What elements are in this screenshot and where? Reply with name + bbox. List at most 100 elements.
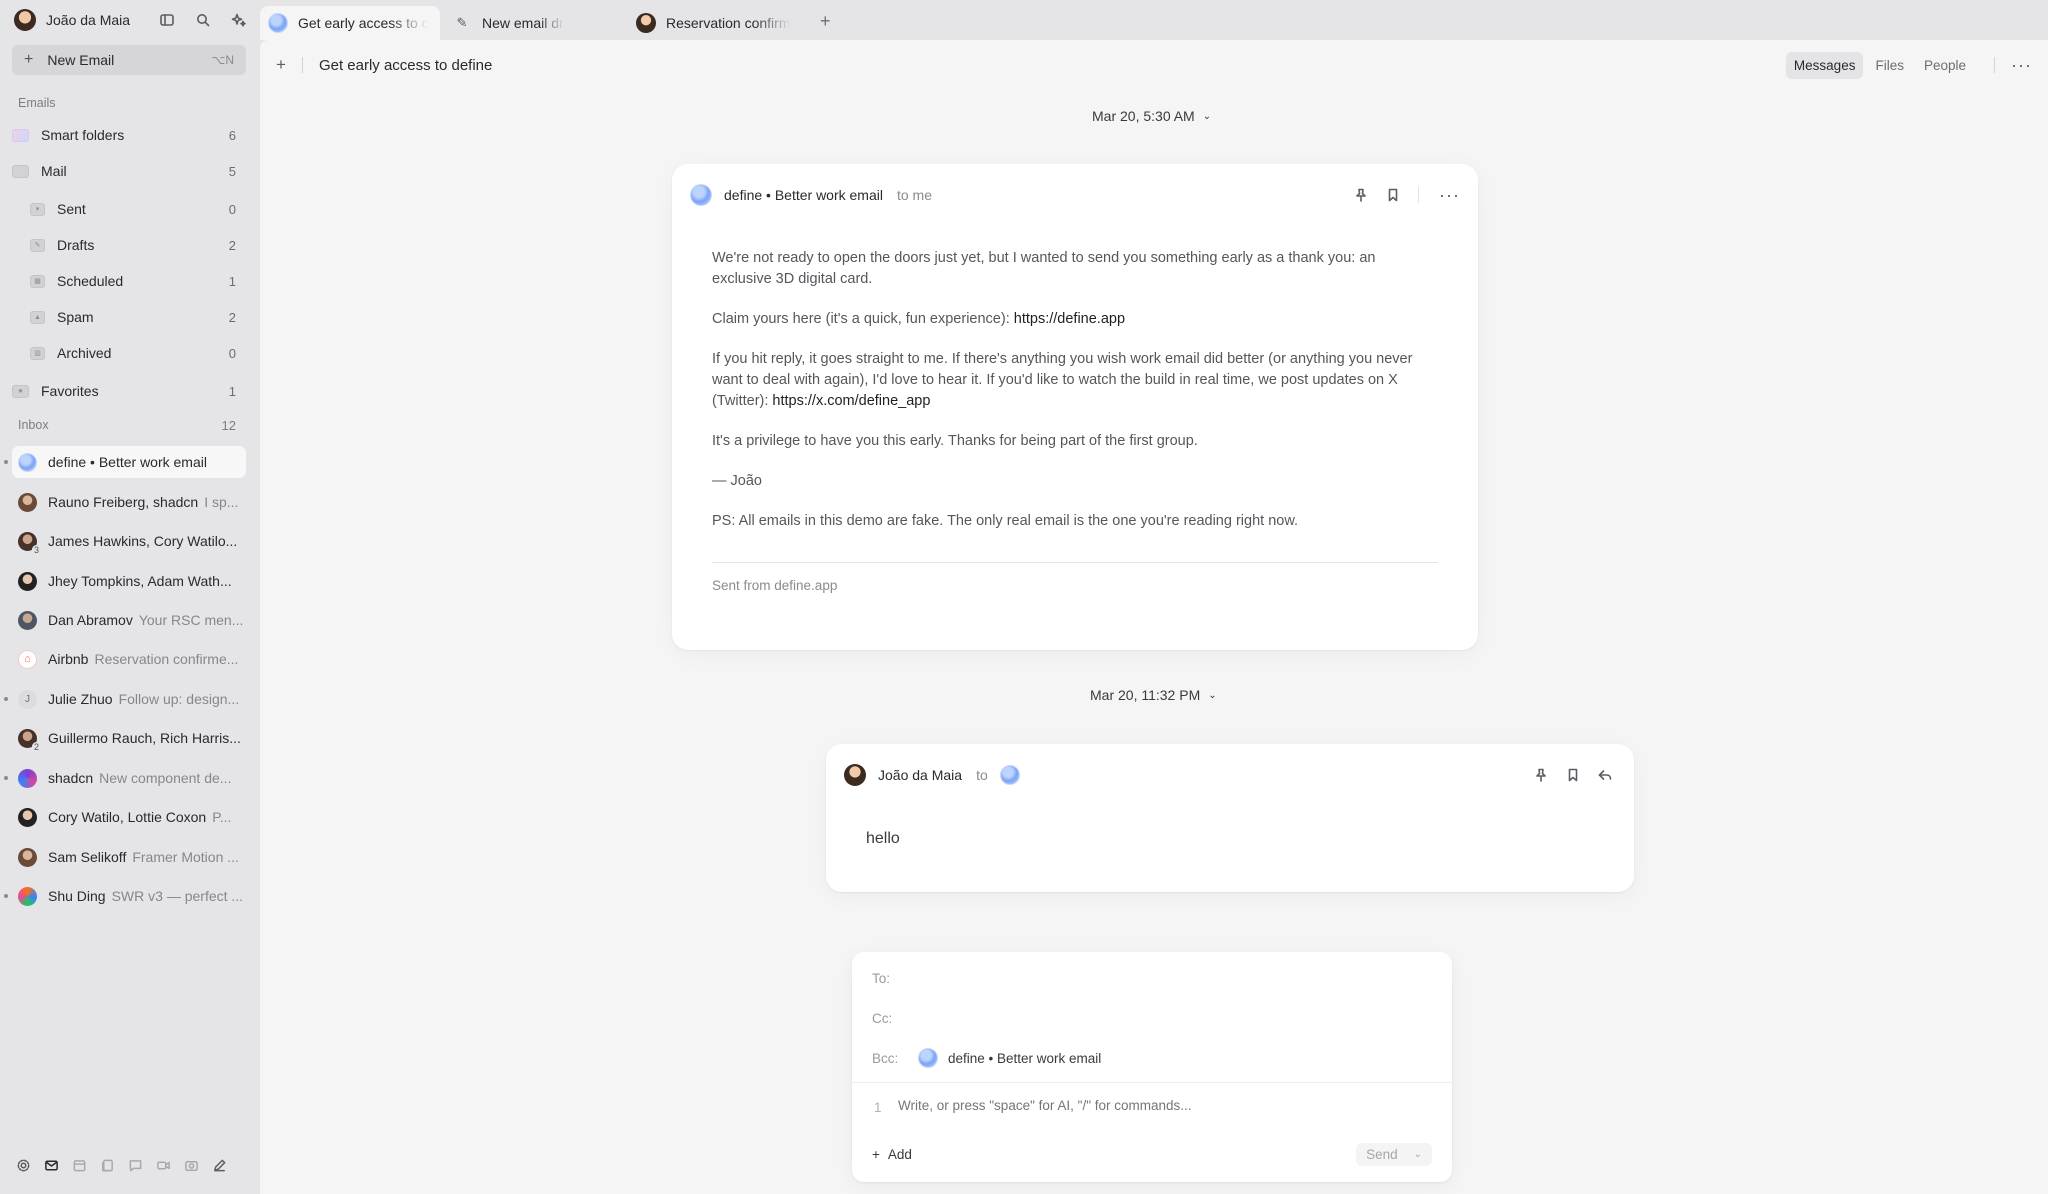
folder-smart-folders[interactable]: Smart folders 6	[12, 120, 246, 150]
folder-archived[interactable]: ▥ Archived 0	[30, 338, 246, 368]
message-date-toggle[interactable]: Mar 20, 11:32 PM ⌄	[1090, 687, 1217, 703]
pin-icon[interactable]	[1350, 184, 1372, 206]
folder-mail[interactable]: Mail 5	[12, 156, 246, 186]
add-attachment-button[interactable]: + Add	[872, 1147, 912, 1162]
thread-item[interactable]: ⌂ Airbnb Reservation confirme...	[12, 643, 246, 675]
account-row: João da Maia	[14, 8, 252, 32]
add-label: Add	[887, 1146, 912, 1162]
smart-folders-icon	[12, 128, 29, 142]
avatar: 3	[18, 531, 41, 555]
tab-files[interactable]: Files	[1867, 52, 1912, 79]
inbox-section-label[interactable]: Inbox	[18, 418, 49, 432]
thread-item[interactable]: Sam Selikoff Framer Motion ...	[12, 841, 246, 873]
bcc-recipient-name: define • Better work email	[948, 1050, 1102, 1066]
define-link[interactable]: https://define.app	[1014, 311, 1125, 327]
message-header: João da Maia to	[844, 762, 1616, 788]
line-number: 1	[874, 1100, 882, 1115]
thread-snippet: Framer Motion ...	[132, 849, 239, 865]
message-card: define • Better work email to me ··· We'…	[672, 164, 1478, 650]
user-name[interactable]: João da Maia	[46, 12, 130, 28]
thread-item[interactable]: Shu Ding SWR v3 — perfect ...	[12, 880, 246, 912]
bookmark-icon[interactable]	[1562, 764, 1584, 786]
thread-from: Julie Zhuo	[48, 691, 113, 707]
inbox-count: 12	[221, 418, 236, 433]
compose-icon[interactable]	[208, 1154, 230, 1176]
thread-item[interactable]: Cory Watilo, Lottie Coxon P...	[12, 801, 246, 833]
thread-item[interactable]: 3 James Hawkins, Cory Watilo...	[12, 525, 246, 557]
send-button[interactable]: Send ⌄	[1356, 1142, 1432, 1166]
thread-item[interactable]: define • Better work email	[12, 446, 246, 478]
bottom-toolbar	[12, 1154, 230, 1176]
bcc-recipient-chip[interactable]: define • Better work email	[918, 1048, 1101, 1068]
recipient-avatar[interactable]	[999, 765, 1020, 785]
chevron-down-icon[interactable]: ⌄	[1414, 1149, 1422, 1160]
settings-icon[interactable]	[12, 1154, 34, 1176]
cc-field[interactable]: Cc:	[872, 1006, 1432, 1030]
thread-header: + Get early access to define Messages Fi…	[260, 50, 2048, 80]
folder-sent[interactable]: ▾ Sent 0	[30, 194, 246, 224]
more-options-icon[interactable]: ···	[2011, 55, 2032, 76]
tab-get-early-access[interactable]: Get early access to d	[260, 6, 440, 40]
message-editor[interactable]	[898, 1098, 1398, 1113]
participant-count-badge: 3	[31, 544, 41, 555]
thread-title: Get early access to define	[318, 56, 493, 74]
folder-favorites[interactable]: ★ Favorites 1	[12, 376, 246, 406]
video-icon[interactable]	[152, 1154, 174, 1176]
twitter-link[interactable]: https://x.com/define_app	[772, 393, 930, 409]
sender-name[interactable]: define • Better work email	[724, 187, 883, 203]
main-panel: + Get early access to define Messages Fi…	[260, 40, 2048, 1194]
recipient-label[interactable]: to me	[897, 187, 932, 203]
new-email-button[interactable]: + New Email ⌥N	[12, 45, 246, 75]
sender-name[interactable]: João da Maia	[878, 767, 962, 783]
bcc-field[interactable]: Bcc: define • Better work email	[872, 1046, 1432, 1070]
archive-icon: ▥	[30, 346, 45, 360]
folder-scheduled[interactable]: ▦ Scheduled 1	[30, 266, 246, 296]
avatar	[18, 571, 37, 591]
bookmark-icon[interactable]	[1382, 184, 1404, 206]
avatar	[18, 452, 37, 472]
scheduled-icon: ▦	[30, 274, 45, 288]
thread-item[interactable]: 2 Guillermo Rauch, Rich Harris...	[12, 722, 246, 754]
thread-snippet: P...	[212, 809, 232, 825]
folder-count: 0	[228, 345, 236, 361]
sender-avatar[interactable]	[844, 764, 866, 786]
sender-avatar[interactable]	[690, 184, 712, 206]
plus-icon: +	[24, 51, 34, 68]
reply-icon[interactable]	[1594, 764, 1616, 786]
calendar-icon[interactable]	[68, 1154, 90, 1176]
message-date-toggle[interactable]: Mar 20, 5:30 AM ⌄	[1092, 108, 1211, 124]
to-label: To:	[872, 970, 891, 986]
thread-item[interactable]: Jhey Tompkins, Adam Wath...	[12, 565, 246, 597]
tab-new-email-draft[interactable]: ✎ New email dr	[444, 6, 624, 40]
camera-icon[interactable]	[180, 1154, 202, 1176]
thread-item[interactable]: Rauno Freiberg, shadcn I sp...	[12, 486, 246, 518]
paragraph-text: Claim yours here (it's a quick, fun expe…	[712, 311, 1014, 327]
more-options-icon[interactable]: ···	[1439, 185, 1460, 206]
tab-messages[interactable]: Messages	[1785, 51, 1864, 79]
sparkle-icon[interactable]	[228, 9, 250, 31]
folder-label: Scheduled	[57, 273, 124, 289]
folder-spam[interactable]: ▲ Spam 2	[30, 302, 246, 332]
avatar	[18, 886, 37, 906]
thread-from: Guillermo Rauch, Rich Harris...	[48, 730, 241, 746]
folder-drafts[interactable]: ✎ Drafts 2	[30, 230, 246, 260]
send-label: Send	[1366, 1146, 1398, 1162]
add-icon[interactable]: +	[276, 55, 286, 75]
new-tab-button[interactable]: +	[820, 11, 831, 32]
user-avatar[interactable]	[14, 9, 36, 31]
sidebar-toggle-icon[interactable]	[156, 9, 178, 31]
tab-reservation[interactable]: Reservation confirm	[628, 6, 808, 40]
search-icon[interactable]	[192, 9, 214, 31]
pin-icon[interactable]	[1530, 764, 1552, 786]
thread-item[interactable]: Dan Abramov Your RSC men...	[12, 604, 246, 636]
tab-people[interactable]: People	[1916, 52, 1974, 79]
notes-icon[interactable]	[96, 1154, 118, 1176]
pencil-icon: ✎	[456, 15, 468, 30]
mail-icon[interactable]	[40, 1154, 62, 1176]
to-field[interactable]: To:	[872, 966, 1432, 990]
chat-icon[interactable]	[124, 1154, 146, 1176]
avatar	[18, 847, 37, 867]
thread-item[interactable]: shadcn New component de...	[12, 762, 246, 794]
thread-item[interactable]: J Julie Zhuo Follow up: design...	[12, 683, 246, 715]
thread-from: Shu Ding	[48, 888, 106, 904]
